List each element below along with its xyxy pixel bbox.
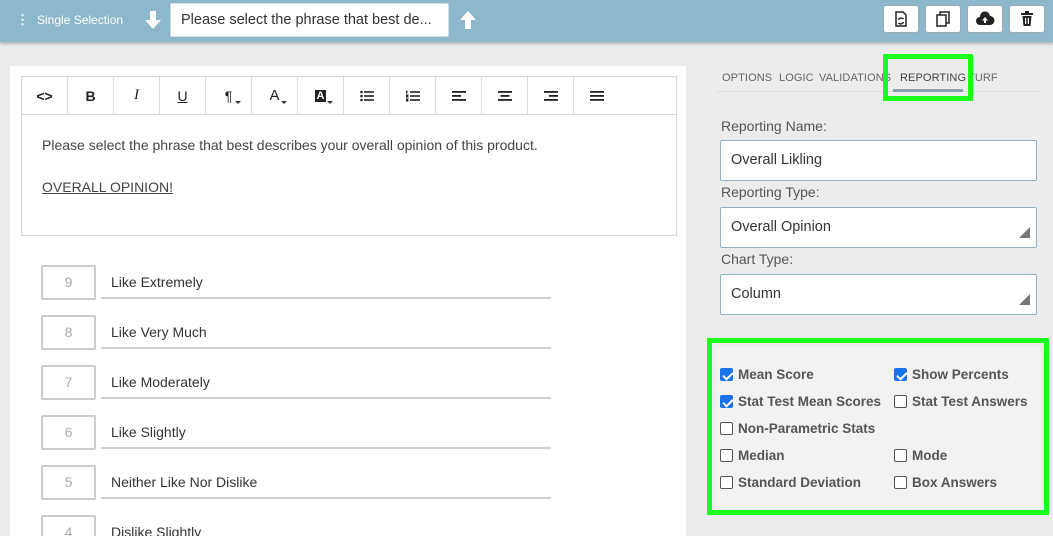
trash-icon: [1021, 11, 1033, 26]
reporting-name-input[interactable]: Overall Likling: [720, 140, 1037, 181]
list-item: 8 Like Very Much: [41, 315, 551, 355]
resize-handle-icon: [1019, 294, 1030, 305]
align-left-button[interactable]: [436, 77, 482, 114]
move-down-icon[interactable]: [143, 9, 163, 31]
checkbox-checked[interactable]: [720, 368, 733, 381]
upload-button[interactable]: [967, 5, 1003, 33]
checkbox[interactable]: [894, 395, 907, 408]
answer-label-field[interactable]: Like Very Much: [101, 315, 551, 349]
refresh-document-button[interactable]: [883, 5, 919, 33]
align-left-icon: [451, 90, 466, 101]
question-title-field[interactable]: Please select the phrase that best de...: [170, 3, 449, 37]
checkbox-checked[interactable]: [720, 395, 733, 408]
copy-button[interactable]: [925, 5, 961, 33]
checkbox-checked[interactable]: [894, 368, 907, 381]
list-item: 5 Neither Like Nor Dislike: [41, 465, 551, 505]
answer-label-field[interactable]: Like Extremely: [101, 265, 551, 299]
bullet-list-icon: [359, 90, 374, 101]
option-mode[interactable]: Mode: [894, 448, 947, 463]
chevron-down-icon: [327, 101, 333, 104]
top-toolbar: ⋮ Single Selection Please select the phr…: [0, 0, 1053, 42]
delete-button[interactable]: [1009, 5, 1045, 33]
source-code-button[interactable]: <>: [22, 77, 68, 114]
align-center-icon: [497, 90, 512, 101]
refresh-document-icon: [895, 11, 907, 27]
checkbox[interactable]: [720, 449, 733, 462]
font-color-button[interactable]: A: [252, 77, 298, 114]
option-standard-deviation[interactable]: Standard Deviation: [720, 475, 861, 490]
chevron-down-icon: [235, 101, 241, 104]
checkbox[interactable]: [720, 476, 733, 489]
chart-type-label: Chart Type:: [721, 251, 794, 267]
option-median[interactable]: Median: [720, 448, 785, 463]
checkbox[interactable]: [720, 422, 733, 435]
answer-code-field[interactable]: 7: [41, 365, 96, 400]
chart-type-value: Column: [731, 286, 781, 302]
reporting-type-label: Reporting Type:: [721, 184, 820, 200]
underline-button[interactable]: U: [160, 77, 206, 114]
question-subtitle: OVERALL OPINION!: [42, 179, 173, 195]
chevron-down-icon: [281, 101, 287, 104]
list-item: 4 Dislike Slightly: [41, 515, 551, 536]
editor-toolbar: <> B I U ¶ A A: [22, 77, 676, 115]
highlight-box: [883, 54, 973, 101]
justify-icon: [590, 90, 604, 101]
option-stat-test-answers[interactable]: Stat Test Answers: [894, 394, 1028, 409]
drag-handle-icon[interactable]: ⋮: [16, 12, 29, 28]
list-item: 7 Like Moderately: [41, 365, 551, 405]
answer-label-field[interactable]: Like Slightly: [101, 415, 551, 449]
question-type-label: Single Selection: [37, 13, 124, 27]
answer-code-field[interactable]: 5: [41, 465, 96, 500]
checkbox[interactable]: [894, 476, 907, 489]
question-type-selector[interactable]: ⋮ Single Selection: [16, 12, 123, 28]
bullet-list-button[interactable]: [344, 77, 390, 114]
align-center-button[interactable]: [482, 77, 528, 114]
list-item: 9 Like Extremely: [41, 265, 551, 305]
option-box-answers[interactable]: Box Answers: [894, 475, 997, 490]
reporting-name-label: Reporting Name:: [721, 118, 827, 134]
answer-label-field[interactable]: Like Moderately: [101, 365, 551, 399]
option-mean-score[interactable]: Mean Score: [720, 367, 814, 382]
resize-handle-icon: [1019, 227, 1030, 238]
tab-logic[interactable]: LOGIC: [779, 72, 814, 84]
align-right-icon: [543, 90, 558, 101]
move-up-icon[interactable]: [458, 9, 478, 31]
align-right-button[interactable]: [528, 77, 574, 114]
settings-tabs: OPTIONS LOGIC VALIDATIONS TURF REPORTING: [716, 60, 1041, 92]
editor-content[interactable]: Please select the phrase that best descr…: [22, 115, 676, 243]
question-text: Please select the phrase that best descr…: [42, 137, 538, 153]
cloud-upload-icon: [976, 11, 995, 25]
paragraph-format-button[interactable]: ¶: [206, 77, 252, 114]
copy-icon: [936, 11, 950, 27]
reporting-type-value: Overall Opinion: [731, 219, 831, 235]
option-non-parametric-stats[interactable]: Non-Parametric Stats: [720, 421, 875, 436]
rich-text-editor: <> B I U ¶ A A Please select the phrase …: [21, 76, 677, 236]
answer-code-field[interactable]: 6: [41, 415, 96, 450]
answer-code-field[interactable]: 9: [41, 265, 96, 300]
tab-validations[interactable]: VALIDATIONS: [819, 72, 891, 84]
reporting-type-select[interactable]: Overall Opinion: [720, 207, 1037, 248]
option-stat-test-mean-scores[interactable]: Stat Test Mean Scores: [720, 394, 881, 409]
answer-label-field[interactable]: Neither Like Nor Dislike: [101, 465, 551, 499]
numbered-list-icon: [405, 90, 420, 101]
answer-code-field[interactable]: 4: [41, 515, 96, 536]
checkbox[interactable]: [894, 449, 907, 462]
answer-label-field[interactable]: Dislike Slightly: [101, 515, 551, 536]
list-item: 6 Like Slightly: [41, 415, 551, 455]
tab-options[interactable]: OPTIONS: [722, 72, 772, 84]
answer-code-field[interactable]: 8: [41, 315, 96, 350]
chart-type-select[interactable]: Column: [720, 274, 1037, 315]
numbered-list-button[interactable]: [390, 77, 436, 114]
italic-button[interactable]: I: [114, 77, 160, 114]
bold-button[interactable]: B: [68, 77, 114, 114]
justify-button[interactable]: [574, 77, 620, 114]
option-show-percents[interactable]: Show Percents: [894, 367, 1009, 382]
background-color-button[interactable]: A: [298, 77, 344, 114]
